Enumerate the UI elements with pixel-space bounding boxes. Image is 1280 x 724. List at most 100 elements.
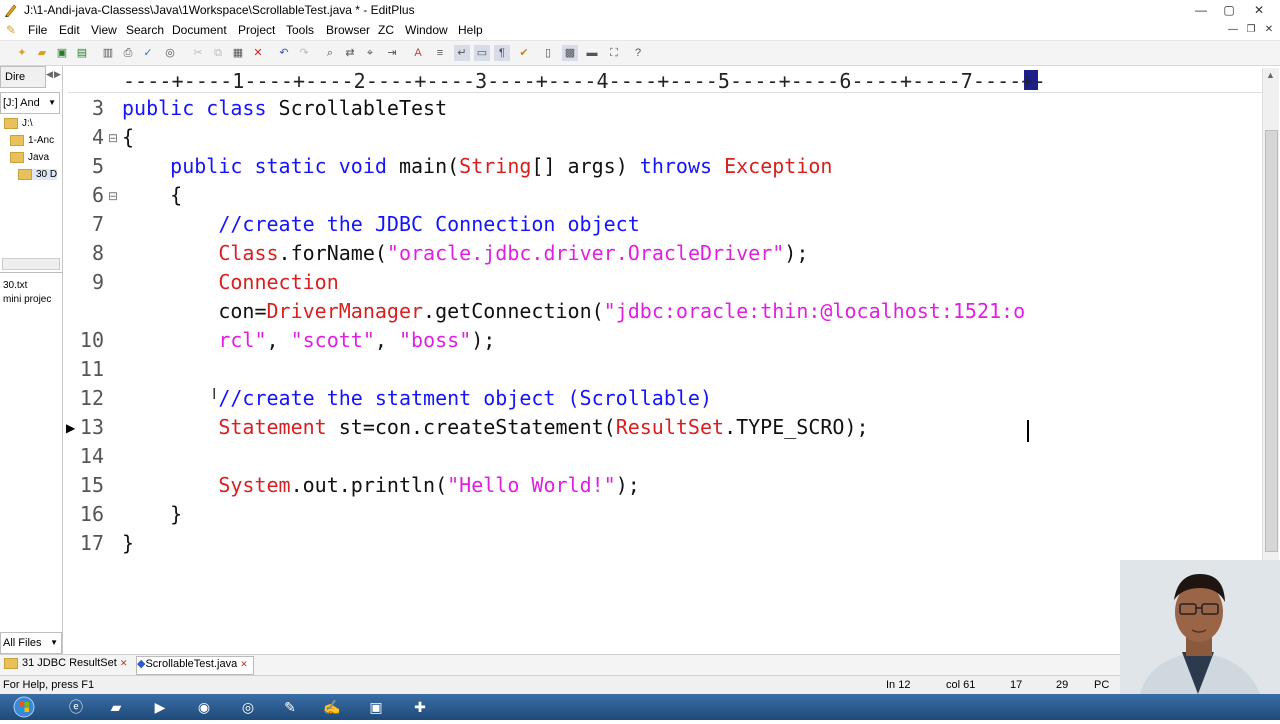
- output-window-icon[interactable]: ▬: [584, 45, 600, 61]
- line-number-gutter: 3 4 ⊟ 5 6 ⊟ 7 8 9 10 11 12 13 ▶ 14 15 16 17: [64, 96, 122, 652]
- folder-item[interactable]: Java: [10, 152, 49, 163]
- scroll-thumb[interactable]: [1265, 130, 1278, 552]
- line-number: 10: [79, 328, 104, 352]
- tab-next-icon[interactable]: ▶: [54, 69, 61, 80]
- replace-icon[interactable]: ⇄: [342, 45, 358, 61]
- code-line[interactable]: }: [122, 502, 182, 526]
- code-line[interactable]: {: [122, 125, 134, 149]
- code-line[interactable]: //create the statment object (Scrollable…: [122, 386, 712, 410]
- line-numbers-icon[interactable]: ≡: [432, 45, 448, 61]
- maximize-button[interactable]: ▢: [1216, 2, 1242, 18]
- file-item[interactable]: 30.txt: [3, 280, 27, 291]
- save-icon[interactable]: ▣: [54, 45, 70, 61]
- menu-help[interactable]: Help: [458, 23, 483, 37]
- font-icon[interactable]: A: [410, 45, 426, 61]
- folder-item[interactable]: 1-Anc: [10, 135, 54, 146]
- delete-icon[interactable]: ✕: [250, 45, 266, 61]
- print-icon[interactable]: ⎙: [120, 45, 136, 61]
- file-filter-select[interactable]: All Files ▼: [0, 632, 62, 654]
- line-number: 4: [91, 125, 104, 149]
- code-token: "oracle.jdbc.driver.OracleDriver": [386, 241, 785, 265]
- mdi-minimize-icon[interactable]: —: [1226, 23, 1240, 37]
- folder-item[interactable]: J:\: [4, 118, 33, 129]
- menu-window[interactable]: Window: [405, 23, 448, 37]
- windows-start-icon[interactable]: [4, 696, 44, 718]
- code-line[interactable]: Connection: [122, 270, 338, 294]
- menu-search[interactable]: Search: [126, 23, 164, 37]
- open-folder-icon[interactable]: ▰: [34, 45, 50, 61]
- spell-check-icon[interactable]: ✓: [140, 45, 156, 61]
- drive-select[interactable]: [J:] And ▼: [0, 92, 60, 114]
- menu-browser[interactable]: Browser: [326, 23, 370, 37]
- file-item[interactable]: mini projec: [3, 294, 51, 305]
- mdi-close-icon[interactable]: ✕: [1262, 23, 1276, 37]
- terminal-icon[interactable]: ▣: [356, 696, 396, 718]
- fold-toggle-icon[interactable]: ⊟: [108, 189, 118, 203]
- code-line[interactable]: {: [122, 183, 182, 207]
- code-editor[interactable]: I public class ScrollableTest{ public st…: [122, 96, 1262, 652]
- help-icon[interactable]: ?: [630, 45, 646, 61]
- browser-icon[interactable]: ◎: [162, 45, 178, 61]
- code-line[interactable]: }: [122, 531, 134, 555]
- code-line[interactable]: public static void main(String[] args) t…: [122, 154, 832, 178]
- media-player-icon[interactable]: ▶: [140, 696, 180, 718]
- paste-icon[interactable]: ▦: [230, 45, 246, 61]
- horizontal-scrollbar[interactable]: [2, 258, 60, 270]
- code-line[interactable]: public class ScrollableTest: [122, 96, 447, 120]
- new-file-icon[interactable]: ✦: [14, 45, 30, 61]
- code-line[interactable]: System.out.println("Hello World!");: [122, 473, 639, 497]
- menu-file[interactable]: File: [28, 23, 47, 37]
- full-screen-icon[interactable]: ⛶: [606, 45, 622, 61]
- menu-zc[interactable]: ZC: [378, 23, 394, 37]
- check-icon[interactable]: ✔: [516, 45, 532, 61]
- tab-jdbc-resultset[interactable]: 31 JDBC ResultSet ✕: [4, 657, 132, 673]
- redo-icon[interactable]: ↷: [296, 45, 312, 61]
- puzzle-icon[interactable]: ✚: [400, 696, 440, 718]
- goto-icon[interactable]: ⇥: [384, 45, 400, 61]
- menu-project[interactable]: Project: [238, 23, 275, 37]
- menu-view[interactable]: View: [91, 23, 117, 37]
- internet-explorer-icon[interactable]: ⓔ: [56, 696, 96, 718]
- code-line[interactable]: rcl", "scott", "boss");: [122, 328, 495, 352]
- code-token: {: [122, 183, 183, 207]
- code-line[interactable]: Class.forName("oracle.jdbc.driver.Oracle…: [122, 241, 808, 265]
- minimize-button[interactable]: —: [1188, 2, 1214, 18]
- scroll-up-icon[interactable]: ▲: [1266, 70, 1275, 80]
- directory-tab[interactable]: Dire: [0, 66, 46, 88]
- paint-icon[interactable]: ✎: [270, 696, 310, 718]
- tab-close-icon[interactable]: ✕: [120, 658, 128, 668]
- code-line[interactable]: Statement st=con.createStatement(ResultS…: [122, 415, 868, 439]
- cut-icon[interactable]: ✂: [190, 45, 206, 61]
- folder-item-selected[interactable]: 30 D: [18, 169, 58, 181]
- menu-document[interactable]: Document: [172, 23, 227, 37]
- ruler-scale: ----+----1----+----2----+----3----+----4…: [123, 69, 1046, 93]
- ruler-icon[interactable]: ▭: [474, 45, 490, 61]
- mdi-restore-icon[interactable]: ❐: [1244, 23, 1258, 37]
- code-line[interactable]: //create the JDBC Connection object: [122, 212, 639, 236]
- print-preview-icon[interactable]: ▥: [100, 45, 116, 61]
- directory-window-icon[interactable]: ▯: [540, 45, 556, 61]
- find-in-files-icon[interactable]: ⌖: [362, 45, 378, 61]
- undo-icon[interactable]: ↶: [276, 45, 292, 61]
- tab-scrollabletest[interactable]: ◆ScrollableTest.java ✕: [136, 656, 254, 675]
- whitespace-icon[interactable]: ¶: [494, 45, 510, 61]
- editplus-taskbar-icon[interactable]: ✍: [312, 696, 352, 718]
- tab-close-icon[interactable]: ✕: [240, 659, 248, 669]
- menu-tools[interactable]: Tools: [286, 23, 314, 37]
- cliptext-icon[interactable]: ▩: [562, 45, 578, 61]
- word-wrap-icon[interactable]: ↵: [454, 45, 470, 61]
- fold-toggle-icon[interactable]: ⊟: [108, 131, 118, 145]
- tab-prev-icon[interactable]: ◀: [46, 69, 53, 80]
- chrome-icon[interactable]: ◎: [228, 696, 268, 718]
- code-line[interactable]: con=DriverManager.getConnection("jdbc:or…: [122, 299, 1025, 323]
- find-icon[interactable]: ⌕: [322, 45, 338, 61]
- save-all-icon[interactable]: ▤: [74, 45, 90, 61]
- file-explorer-icon[interactable]: ▰: [96, 696, 136, 718]
- folder-icon: [4, 118, 18, 129]
- firefox-icon[interactable]: ◉: [184, 696, 224, 718]
- menu-edit[interactable]: Edit: [59, 23, 80, 37]
- directory-panel: Dire ◀ ▶ [J:] And ▼ J:\ 1-Anc Java 30 D …: [0, 66, 63, 654]
- close-button[interactable]: ✕: [1246, 2, 1272, 18]
- code-token: .getConnection(: [423, 299, 604, 323]
- copy-icon[interactable]: ⧉: [210, 45, 226, 61]
